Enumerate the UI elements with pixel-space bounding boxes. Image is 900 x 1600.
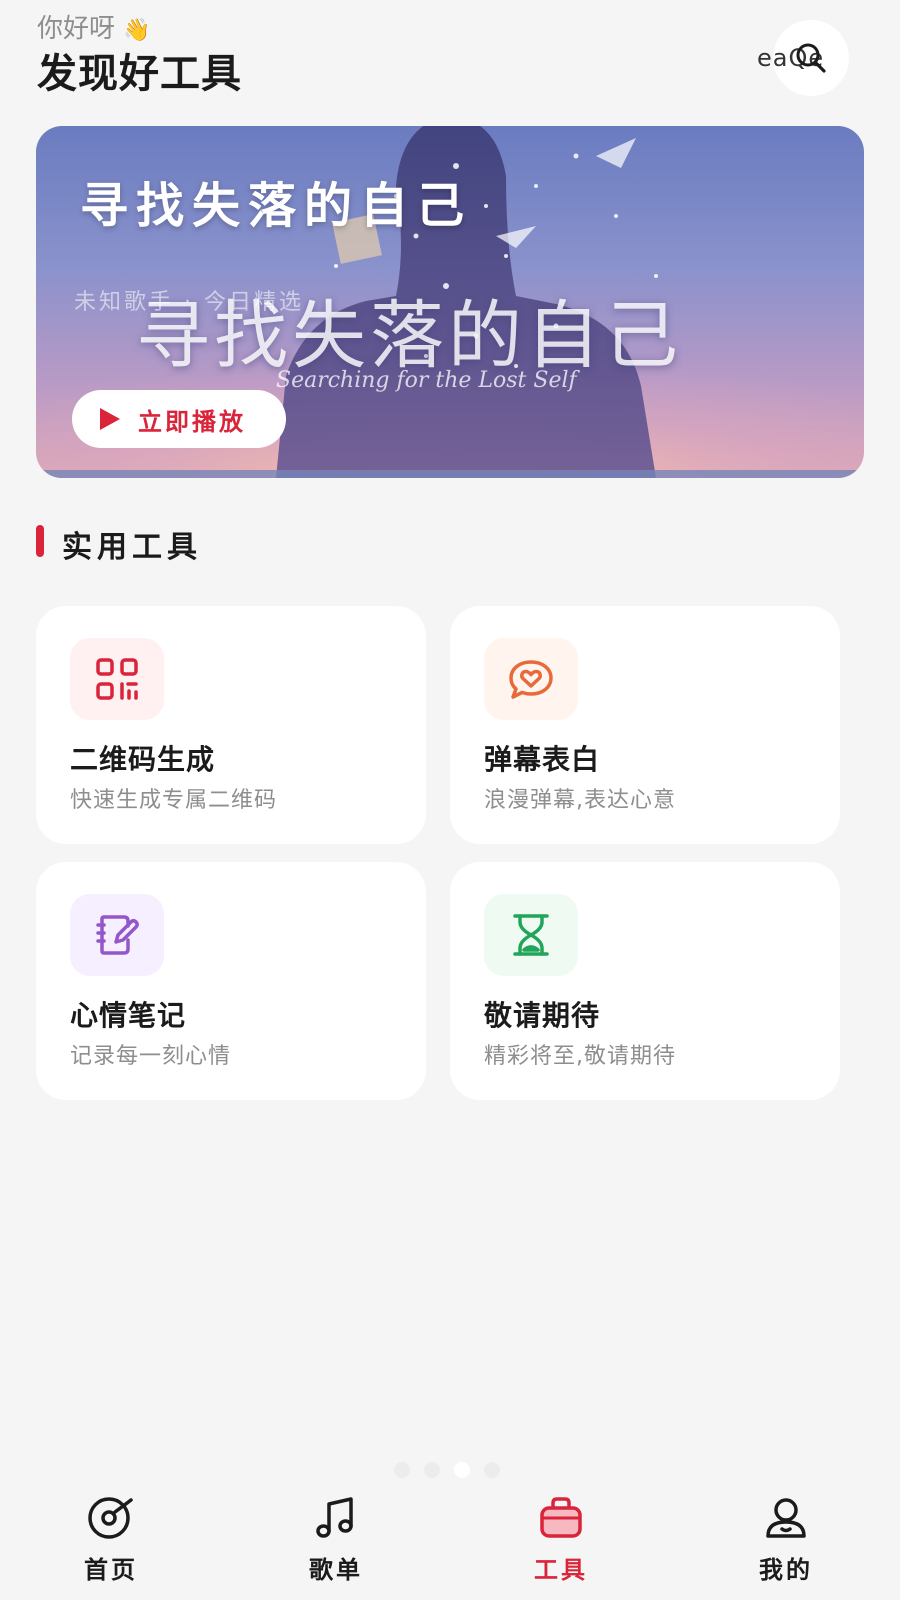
page-title: 发现好工具	[37, 51, 242, 97]
tool-title: 二维码生成	[70, 743, 216, 776]
music-note-icon	[316, 1497, 353, 1538]
toolbox-icon	[540, 1497, 582, 1538]
user-icon	[766, 1498, 806, 1538]
page-dot[interactable]	[394, 1462, 410, 1478]
banner-subtitle: 未知歌手 · 今日精选	[74, 290, 304, 315]
play-now-button[interactable]: 立即播放	[72, 390, 286, 448]
play-icon	[100, 408, 120, 430]
page-dot[interactable]	[484, 1462, 500, 1478]
tool-description: 浪漫弹幕,表达心意	[484, 788, 676, 813]
search-icon	[796, 43, 826, 73]
nav-playlist[interactable]: 歌单	[276, 1484, 396, 1600]
featured-banner[interactable]: 寻找失落的自己 Searching for the Lost Self 寻找失落…	[36, 126, 864, 478]
nav-profile[interactable]: 我的	[726, 1484, 846, 1600]
bottom-navigation: 首页 歌单 工具 我的	[0, 1484, 900, 1600]
banner-title: 寻找失落的自己	[80, 178, 473, 234]
tool-card-mood-notes[interactable]: 心情笔记 记录每一刻心情	[36, 862, 426, 1100]
nav-label: 工具	[534, 1556, 588, 1584]
heart-chat-icon	[484, 638, 578, 720]
page-dot-active[interactable]	[454, 1462, 470, 1478]
banner-art-subtitle: Searching for the Lost Self	[276, 368, 577, 393]
tool-description: 记录每一刻心情	[70, 1044, 232, 1069]
qr-code-icon	[70, 638, 164, 720]
nav-label: 我的	[759, 1556, 813, 1584]
tool-card-qr-code[interactable]: 二维码生成 快速生成专属二维码	[36, 606, 426, 844]
tool-card-coming-soon[interactable]: 敬请期待 精彩将至,敬请期待	[450, 862, 840, 1100]
tool-description: 精彩将至,敬请期待	[484, 1044, 676, 1069]
search-button[interactable]: eaQe	[757, 20, 849, 96]
play-now-label: 立即播放	[138, 407, 246, 436]
tool-title: 敬请期待	[484, 999, 601, 1032]
nav-label: 歌单	[309, 1556, 363, 1584]
greeting: 你好呀 👋	[37, 12, 150, 48]
waving-hand-icon: 👋	[123, 18, 151, 43]
tool-card-danmaku[interactable]: 弹幕表白 浪漫弹幕,表达心意	[450, 606, 840, 844]
greeting-text: 你好呀	[37, 14, 116, 44]
nav-tools[interactable]: 工具	[501, 1484, 621, 1600]
hourglass-icon	[484, 894, 578, 976]
tool-title: 心情笔记	[70, 999, 187, 1032]
nav-label: 首页	[84, 1556, 138, 1584]
tool-title: 弹幕表白	[484, 743, 601, 776]
page-indicator	[394, 1462, 500, 1478]
page-dot[interactable]	[424, 1462, 440, 1478]
vinyl-icon	[88, 1497, 133, 1539]
notebook-icon	[70, 894, 164, 976]
section-title: 实用工具	[62, 530, 202, 565]
tool-description: 快速生成专属二维码	[70, 788, 278, 813]
nav-home[interactable]: 首页	[51, 1484, 171, 1600]
section-accent-bar	[36, 525, 44, 557]
